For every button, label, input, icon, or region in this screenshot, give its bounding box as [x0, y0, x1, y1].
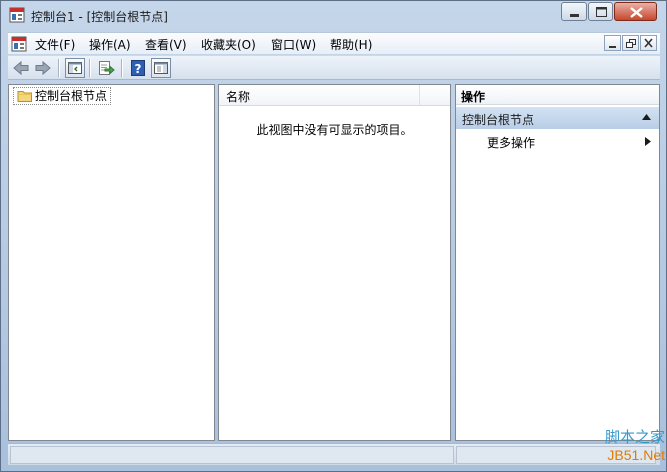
svg-text:?: ?: [135, 62, 142, 76]
collapse-up-icon: [642, 114, 651, 120]
restore-icon: [626, 39, 636, 48]
minimize-icon: [609, 46, 616, 48]
show-hide-tree-icon: [68, 62, 82, 74]
toolbar-separator: [121, 59, 122, 77]
action-item-label: 更多操作: [487, 136, 536, 150]
close-button[interactable]: [614, 2, 657, 21]
list-column-header: 名称: [219, 85, 450, 106]
menu-favorites[interactable]: 收藏夹(O): [201, 36, 256, 53]
export-list-button[interactable]: [96, 58, 116, 78]
action-pane-header: 操作: [456, 85, 659, 105]
tree-node-label: 控制台根节点: [35, 89, 108, 103]
menu-bar: 文件(F) 操作(A) 查看(V) 收藏夹(O) 窗口(W) 帮助(H): [8, 32, 660, 54]
show-hide-tree-button[interactable]: [65, 58, 85, 78]
child-minimize-button[interactable]: [604, 35, 621, 51]
mmc-app-icon: [9, 7, 25, 23]
toolbar: ?: [8, 55, 660, 80]
back-button[interactable]: [11, 58, 31, 78]
status-cell-main: [10, 446, 454, 464]
menu-action[interactable]: 操作(A): [89, 36, 131, 53]
menu-window[interactable]: 窗口(W): [271, 36, 316, 53]
watermark-site-name: 脚本之家: [604, 428, 665, 446]
export-list-icon: [99, 61, 115, 75]
results-list-pane[interactable]: 名称 此视图中没有可显示的项目。: [218, 84, 451, 441]
show-hide-action-pane-icon: [154, 62, 168, 74]
column-header-name[interactable]: 名称: [219, 85, 420, 105]
empty-view-message: 此视图中没有可显示的项目。: [256, 123, 413, 137]
maximize-icon: [596, 7, 607, 17]
minimize-button[interactable]: [561, 2, 587, 21]
show-hide-action-pane-button[interactable]: [151, 58, 171, 78]
window-title: 控制台1 - [控制台根节点]: [31, 10, 168, 24]
help-button[interactable]: ?: [128, 58, 148, 78]
close-icon: [644, 38, 653, 48]
action-pane: 操作 控制台根节点 更多操作: [455, 84, 660, 441]
close-icon: [630, 7, 643, 18]
forward-button[interactable]: [33, 58, 53, 78]
action-more-actions[interactable]: 更多操作: [456, 132, 659, 152]
tree-node-console-root[interactable]: 控制台根节点: [13, 87, 112, 105]
column-header-filler: [421, 85, 450, 105]
watermark-site-domain: JB51.Net: [607, 447, 665, 463]
folder-icon: [17, 91, 32, 102]
help-icon: ?: [131, 60, 145, 76]
submenu-arrow-icon: [645, 137, 651, 146]
action-section-console-root[interactable]: 控制台根节点: [456, 107, 659, 129]
menu-file[interactable]: 文件(F): [35, 36, 75, 53]
status-bar: [8, 443, 660, 465]
system-menu-icon[interactable]: [11, 36, 27, 52]
title-bar[interactable]: 控制台1 - [控制台根节点]: [1, 1, 666, 29]
minimize-icon: [570, 14, 579, 17]
toolbar-separator: [58, 59, 59, 77]
menu-view[interactable]: 查看(V): [145, 36, 187, 53]
menu-help[interactable]: 帮助(H): [330, 36, 372, 53]
child-close-button[interactable]: [640, 35, 657, 51]
toolbar-separator: [89, 59, 90, 77]
child-restore-button[interactable]: [622, 35, 639, 51]
forward-icon: [35, 60, 51, 76]
action-section-title: 控制台根节点: [462, 113, 535, 127]
maximize-button[interactable]: [588, 2, 613, 21]
site-watermark: 脚本之家 JB51.Net: [587, 428, 665, 470]
mmc-window: 控制台1 - [控制台根节点] 文件(F) 操作(A) 查看(V) 收藏夹(O)…: [0, 0, 667, 472]
back-icon: [13, 60, 29, 76]
console-tree-pane[interactable]: 控制台根节点: [8, 84, 215, 441]
